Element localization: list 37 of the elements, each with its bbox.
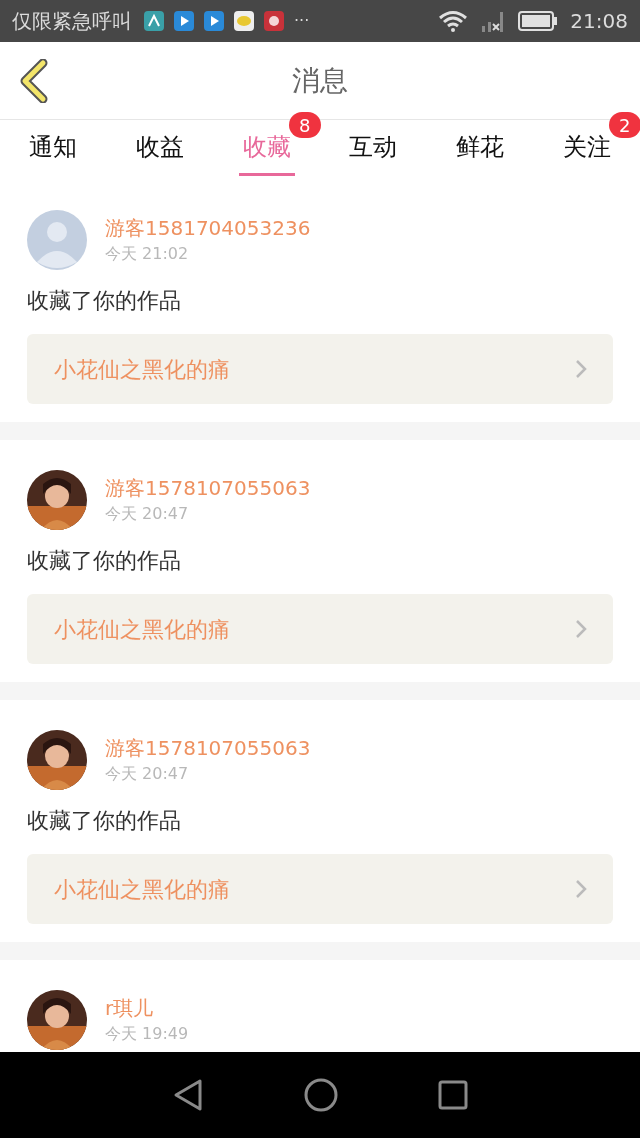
count-badge: 8 — [288, 112, 321, 138]
username[interactable]: 游客1578107055063 — [105, 474, 311, 502]
message-time: 今天 20:47 — [105, 763, 190, 785]
username[interactable]: 游客1581704053236 — [105, 214, 311, 242]
chat-app-icon — [234, 11, 254, 31]
tab[interactable]: 互动 — [345, 120, 402, 176]
more-notifications: ··· — [294, 10, 310, 32]
message-text: 收藏了你的作品 — [27, 547, 182, 575]
message-text: 收藏了你的作品 — [27, 807, 182, 835]
play-icon — [174, 11, 194, 31]
default-avatar-icon — [27, 210, 87, 270]
work-link[interactable]: 小花仙之黑化的痛 — [27, 594, 613, 664]
home-nav-icon[interactable] — [304, 1078, 338, 1112]
work-link[interactable]: 小花仙之黑化的痛 — [27, 334, 613, 404]
chevron-right-icon — [575, 879, 587, 899]
message-text: 收藏了你的作品 — [27, 287, 182, 315]
message-time: 今天 20:47 — [105, 503, 190, 525]
tab[interactable]: 通知 — [25, 120, 82, 176]
app-notification-icon — [144, 11, 164, 31]
back-nav-icon[interactable] — [172, 1078, 204, 1112]
tab[interactable]: 鲜花 — [452, 120, 508, 176]
work-link[interactable]: 小花仙之黑化的痛 — [27, 854, 613, 924]
chevron-right-icon — [575, 359, 587, 379]
play-icon — [204, 11, 224, 31]
message-time: 今天 19:49 — [105, 1023, 189, 1045]
username[interactable]: r琪儿 — [105, 994, 189, 1022]
wifi-icon — [438, 10, 469, 32]
tab[interactable]: 收益 — [132, 120, 188, 176]
message-time: 今天 21:02 — [105, 243, 190, 265]
recents-nav-icon[interactable] — [438, 1080, 468, 1110]
status-text: 仅限紧急呼叫 — [12, 8, 132, 35]
chevron-right-icon — [575, 619, 587, 639]
clock: 21:08 — [570, 8, 628, 35]
username[interactable]: 游客1578107055063 — [105, 734, 311, 762]
count-badge: 2 — [608, 112, 640, 138]
battery-icon — [518, 11, 559, 31]
page-title: 消息 — [292, 62, 348, 99]
